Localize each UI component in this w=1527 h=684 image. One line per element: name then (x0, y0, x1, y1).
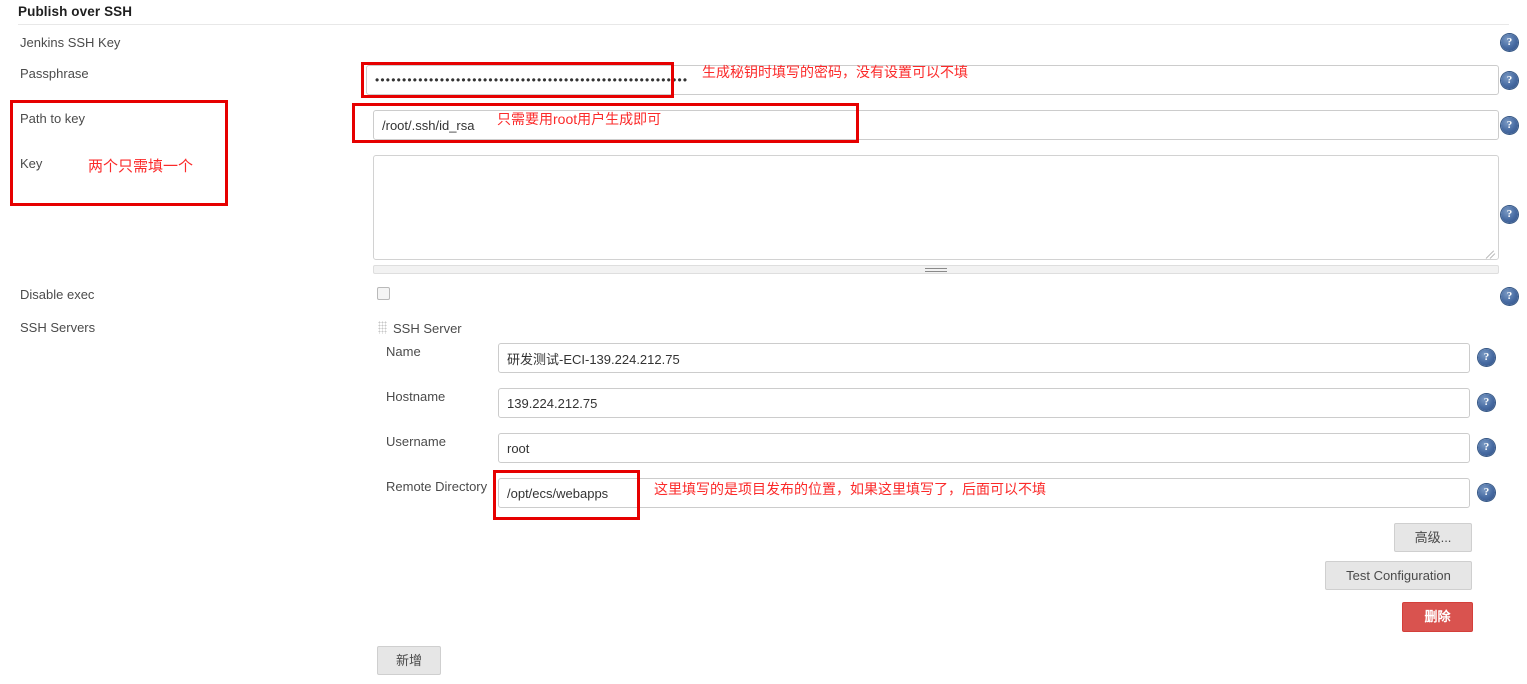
key-textarea[interactable] (373, 155, 1499, 260)
help-icon-disable-exec[interactable]: ? (1501, 288, 1518, 305)
label-ssh-servers: SSH Servers (20, 320, 96, 335)
advanced-button[interactable]: 高级... (1394, 523, 1472, 552)
help-icon-jenkins-ssh-key[interactable]: ? (1501, 34, 1518, 51)
annotation-remote-directory: 这里填写的是项目发布的位置，如果这里填写了，后面可以不填 (654, 481, 1046, 497)
username-input[interactable] (498, 433, 1470, 463)
help-icon-remote-directory[interactable]: ? (1478, 484, 1495, 501)
key-panel-splitter[interactable] (373, 265, 1499, 274)
drag-handle-icon[interactable] (378, 321, 387, 334)
label-key: Key (20, 156, 43, 171)
label-disable-exec: Disable exec (20, 287, 95, 302)
hostname-input[interactable] (498, 388, 1470, 418)
section-divider (18, 24, 1509, 25)
help-icon-name[interactable]: ? (1478, 349, 1495, 366)
ssh-server-block-title: SSH Server (393, 321, 462, 336)
help-icon-passphrase[interactable]: ? (1501, 72, 1518, 89)
name-input[interactable] (498, 343, 1470, 373)
label-path-to-key: Path to key (20, 111, 86, 126)
annotation-passphrase: 生成秘钥时填写的密码，没有设置可以不填 (702, 64, 968, 80)
label-remote-directory: Remote Directory (386, 479, 488, 494)
label-hostname: Hostname (386, 389, 446, 404)
annotation-path-to-key: 只需要用root用户生成即可 (497, 111, 662, 127)
help-icon-key[interactable]: ? (1501, 206, 1518, 223)
test-configuration-button[interactable]: Test Configuration (1325, 561, 1472, 590)
annotation-key-pair: 两个只需填一个 (88, 158, 194, 175)
delete-button[interactable]: 删除 (1402, 602, 1473, 632)
add-button[interactable]: 新增 (377, 646, 441, 675)
page-title: Publish over SSH (18, 4, 133, 19)
splitter-grip-icon (925, 266, 947, 274)
label-name: Name (386, 344, 421, 359)
disable-exec-checkbox[interactable] (377, 287, 390, 300)
label-username: Username (386, 434, 446, 449)
help-icon-hostname[interactable]: ? (1478, 394, 1495, 411)
label-passphrase: Passphrase (20, 66, 89, 81)
label-jenkins-ssh-key: Jenkins SSH Key (20, 35, 121, 50)
help-icon-path-to-key[interactable]: ? (1501, 117, 1518, 134)
help-icon-username[interactable]: ? (1478, 439, 1495, 456)
